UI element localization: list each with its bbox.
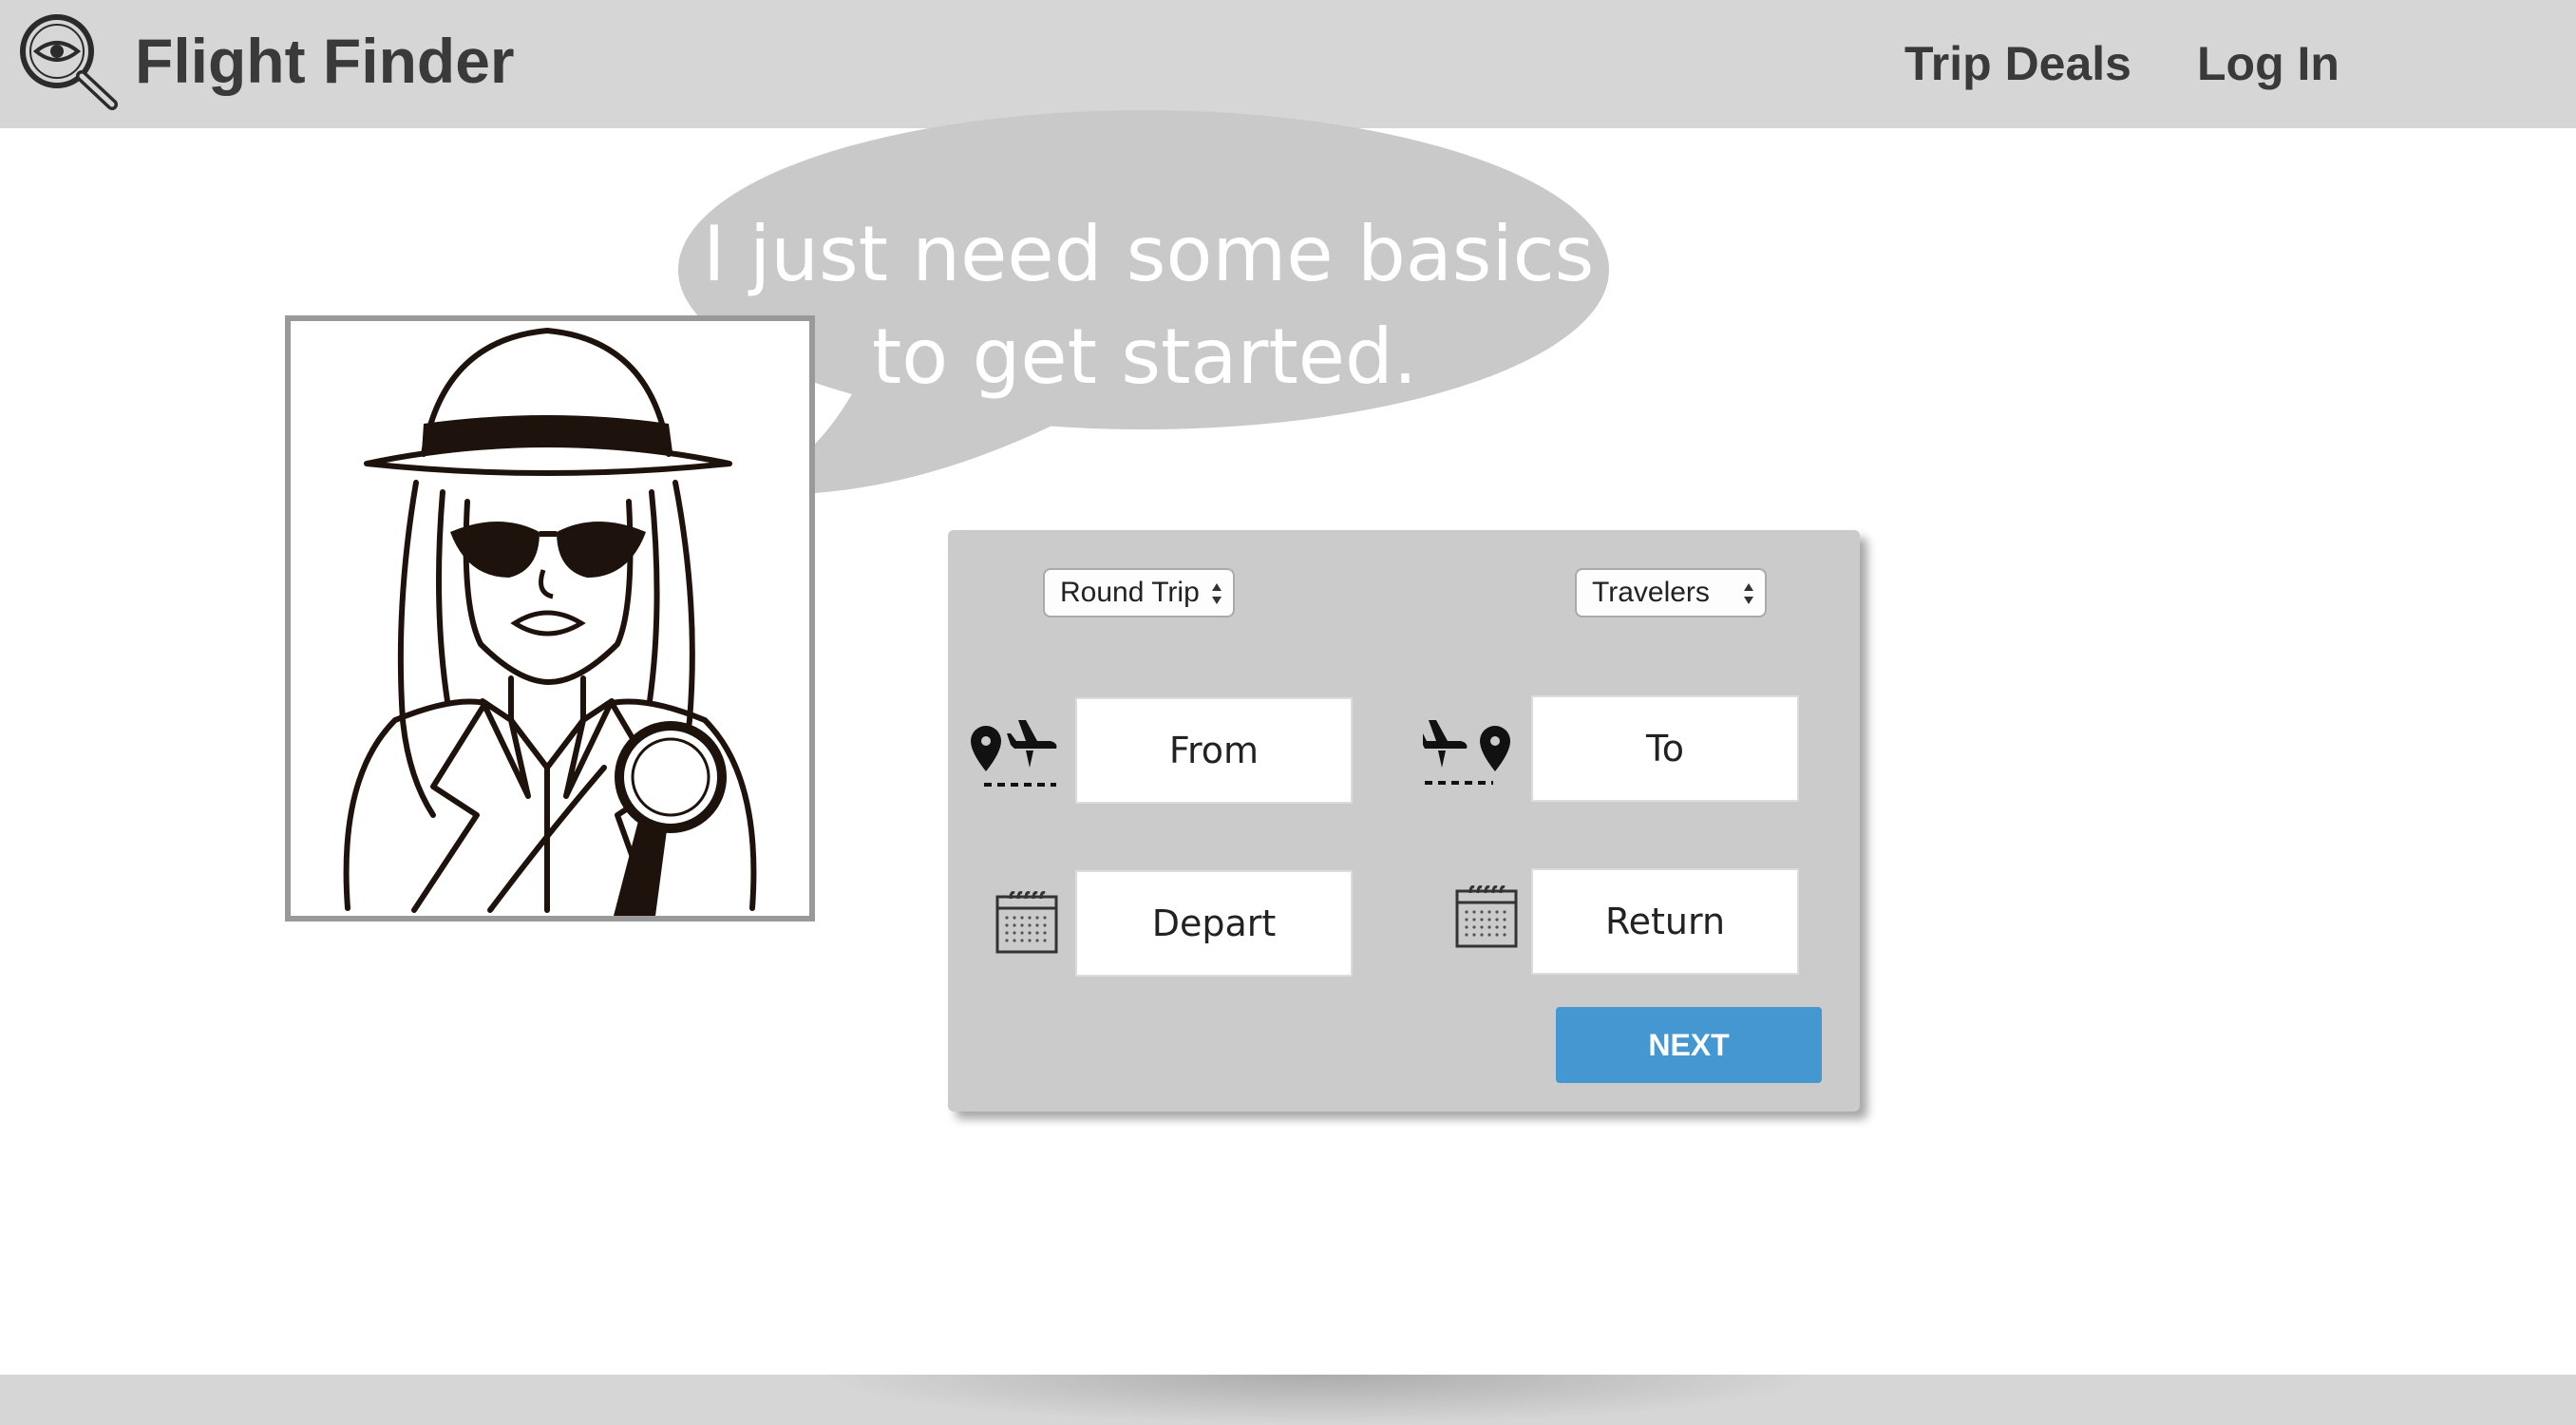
detective-portrait (285, 315, 815, 922)
flight-search-panel: Round Trip Travelers From To Depart Retu… (948, 530, 1860, 1112)
from-input[interactable]: From (1075, 697, 1353, 804)
brand-title[interactable]: Flight Finder (135, 21, 515, 101)
magnifier-eye-icon[interactable] (17, 11, 120, 110)
nav-trip-deals[interactable]: Trip Deals (1904, 30, 2131, 97)
return-date-input[interactable]: Return (1531, 868, 1799, 975)
depart-date-input[interactable]: Depart (1075, 870, 1353, 977)
arrival-plane-pin-icon (1423, 720, 1510, 785)
nav-log-in[interactable]: Log In (2197, 30, 2339, 97)
trip-type-select[interactable]: Round Trip (1043, 568, 1235, 618)
departure-plane-pin-icon (971, 720, 1057, 787)
calendar-icon (995, 891, 1058, 954)
to-input[interactable]: To (1531, 695, 1799, 802)
speech-bubble-text: I just need some basics to get started. (703, 203, 1595, 408)
select-arrows-icon (1212, 583, 1222, 604)
travelers-select[interactable]: Travelers (1575, 568, 1767, 618)
detective-illustration (343, 328, 757, 916)
select-arrows-icon (1744, 583, 1753, 604)
travelers-value: Travelers (1592, 577, 1710, 608)
top-nav-bar: Flight Finder Trip Deals Log In (0, 0, 2576, 128)
trip-type-value: Round Trip (1060, 577, 1200, 608)
footer-bar (0, 1375, 2576, 1425)
footer-shadow (817, 1375, 1824, 1425)
speech-line-1: I just need some basics (703, 210, 1595, 298)
calendar-icon (1455, 885, 1518, 948)
next-button[interactable]: NEXT (1556, 1007, 1822, 1083)
speech-line-2: to get started. (871, 313, 1418, 401)
